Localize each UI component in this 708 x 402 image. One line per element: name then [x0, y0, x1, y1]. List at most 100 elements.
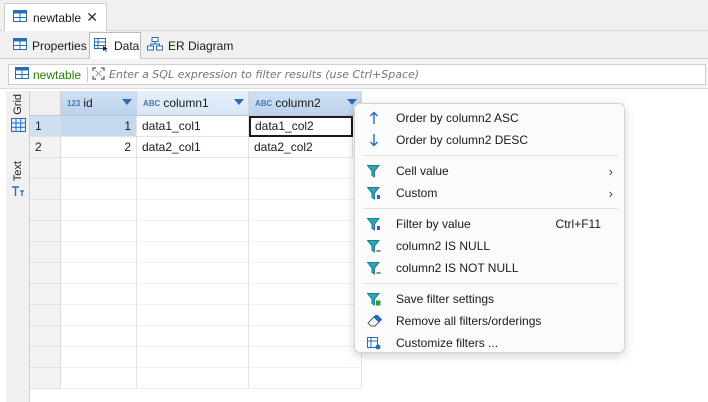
- sort-dropdown-icon[interactable]: [234, 99, 244, 105]
- er-diagram-icon: [147, 37, 163, 54]
- column-header-id[interactable]: 123 id: [61, 91, 137, 116]
- filter-icon: [364, 164, 384, 178]
- tab-er-diagram-label: ER Diagram: [168, 38, 234, 53]
- menu-separator: [363, 283, 618, 284]
- empty-row-number: [30, 179, 61, 200]
- menu-item-save-filter-settings[interactable]: Save filter settings: [359, 288, 621, 310]
- menu-item-remove-filters[interactable]: Remove all filters/orderings: [359, 310, 621, 332]
- grid-cell[interactable]: 2: [61, 137, 137, 158]
- grid-cell[interactable]: data2_col1: [137, 137, 249, 158]
- tab-properties[interactable]: Properties: [9, 32, 91, 59]
- empty-grid-cell: [61, 305, 137, 326]
- empty-grid-cell: [249, 347, 362, 368]
- editor-tab-strip: newtable ✕: [0, 0, 708, 31]
- column-header-label: column1: [163, 96, 209, 110]
- grid-icon: [10, 117, 26, 135]
- text-view-tab[interactable]: Text: [8, 161, 28, 201]
- menu-item-is-null[interactable]: column2 IS NULL: [359, 235, 621, 257]
- empty-grid-cell: [137, 158, 249, 179]
- empty-row-number: [30, 263, 61, 284]
- empty-grid-cell: [249, 368, 362, 389]
- column-header-column2[interactable]: ABC column2: [249, 91, 362, 116]
- menu-item-label: Save filter settings: [396, 292, 495, 306]
- empty-grid-cell: [249, 179, 362, 200]
- menu-item-filter-by-value[interactable]: Filter by value Ctrl+F11: [359, 213, 621, 235]
- sort-dropdown-icon[interactable]: [122, 99, 132, 105]
- filter-box: newtable: [8, 64, 706, 85]
- empty-row-number: [30, 200, 61, 221]
- text-view-label: Text: [12, 161, 24, 182]
- chevron-right-icon: ›: [608, 185, 613, 201]
- type-number-icon: 123: [67, 98, 81, 108]
- menu-item-label: Cell value: [396, 164, 449, 178]
- empty-grid-cell: [61, 221, 137, 242]
- grid-cell[interactable]: data1_col1: [137, 116, 249, 137]
- menu-item-cell-value[interactable]: Cell value ›: [359, 160, 621, 182]
- empty-row-number: [30, 242, 61, 263]
- empty-row-number: [30, 326, 61, 347]
- properties-icon: [13, 38, 27, 53]
- menu-item-label: Custom: [396, 186, 438, 200]
- empty-grid-cell: [61, 179, 137, 200]
- filter-table-name[interactable]: newtable: [33, 68, 81, 82]
- empty-grid-cell: [137, 221, 249, 242]
- editor-tab-label: newtable: [33, 10, 82, 25]
- tab-er-diagram[interactable]: ER Diagram: [143, 32, 237, 59]
- empty-row-number: [30, 284, 61, 305]
- empty-grid-cell: [137, 368, 249, 389]
- menu-item-label: Filter by value: [396, 217, 471, 231]
- grid-cell-focused[interactable]: data1_col2: [249, 116, 353, 137]
- column-header-label: column2: [275, 96, 321, 110]
- grid-view-label: Grid: [12, 94, 24, 115]
- menu-separator: [363, 155, 618, 156]
- tab-properties-label: Properties: [32, 38, 87, 53]
- arrow-down-icon: [364, 133, 384, 147]
- close-icon[interactable]: ✕: [86, 9, 98, 26]
- filter-bar: newtable: [0, 59, 708, 89]
- column-header-column1[interactable]: ABC column1: [137, 91, 249, 116]
- row-number[interactable]: 2: [30, 137, 61, 158]
- editor-tab-newtable[interactable]: newtable ✕: [4, 3, 107, 31]
- type-string-icon: ABC: [255, 98, 273, 108]
- empty-grid-cell: [61, 347, 137, 368]
- empty-grid-cell: [137, 326, 249, 347]
- menu-item-custom[interactable]: Custom ›: [359, 182, 621, 204]
- empty-grid-cell: [61, 368, 137, 389]
- table-icon: [13, 10, 27, 25]
- filter-save-icon: [364, 292, 384, 306]
- empty-row-number: [30, 347, 61, 368]
- presentation-side-panel: Grid Text: [6, 91, 30, 402]
- empty-grid-cell: [137, 284, 249, 305]
- menu-item-customize-filters[interactable]: Customize filters ...: [359, 332, 621, 354]
- menu-item-label: column2 IS NOT NULL: [396, 261, 519, 275]
- empty-grid-cell: [137, 347, 249, 368]
- menu-item-order-desc[interactable]: Order by column2 DESC: [359, 129, 621, 151]
- filter-separator: [87, 67, 89, 82]
- empty-grid-cell: [61, 326, 137, 347]
- grid-cell[interactable]: 1: [61, 116, 137, 137]
- tab-data-label: Data: [114, 39, 140, 53]
- menu-item-label: Remove all filters/orderings: [396, 314, 542, 328]
- empty-row-number: [30, 221, 61, 242]
- menu-item-is-not-null[interactable]: column2 IS NOT NULL: [359, 257, 621, 279]
- empty-grid-cell: [61, 158, 137, 179]
- menu-item-label: Customize filters ...: [396, 336, 499, 350]
- filter-expression-input[interactable]: [109, 68, 670, 81]
- column-header-label: id: [83, 96, 93, 110]
- empty-grid-cell: [137, 200, 249, 221]
- menu-item-order-asc[interactable]: Order by column2 ASC: [359, 107, 621, 129]
- grid-corner[interactable]: [30, 91, 61, 116]
- grid-view-tab[interactable]: Grid: [8, 94, 28, 135]
- row-number[interactable]: 1: [30, 116, 61, 137]
- empty-grid-cell: [249, 284, 362, 305]
- column-context-menu: Order by column2 ASC Order by column2 DE…: [354, 103, 625, 353]
- menu-item-label: column2 IS NULL: [396, 239, 491, 253]
- customize-filters-icon: [364, 336, 384, 350]
- empty-row-number: [30, 305, 61, 326]
- filter-null-icon: [364, 239, 384, 253]
- chevron-right-icon: ›: [608, 163, 613, 179]
- empty-grid-cell: [61, 242, 137, 263]
- grid-cell[interactable]: data2_col2: [249, 137, 353, 158]
- expand-icon[interactable]: [92, 66, 105, 83]
- tab-data[interactable]: Data: [89, 32, 141, 59]
